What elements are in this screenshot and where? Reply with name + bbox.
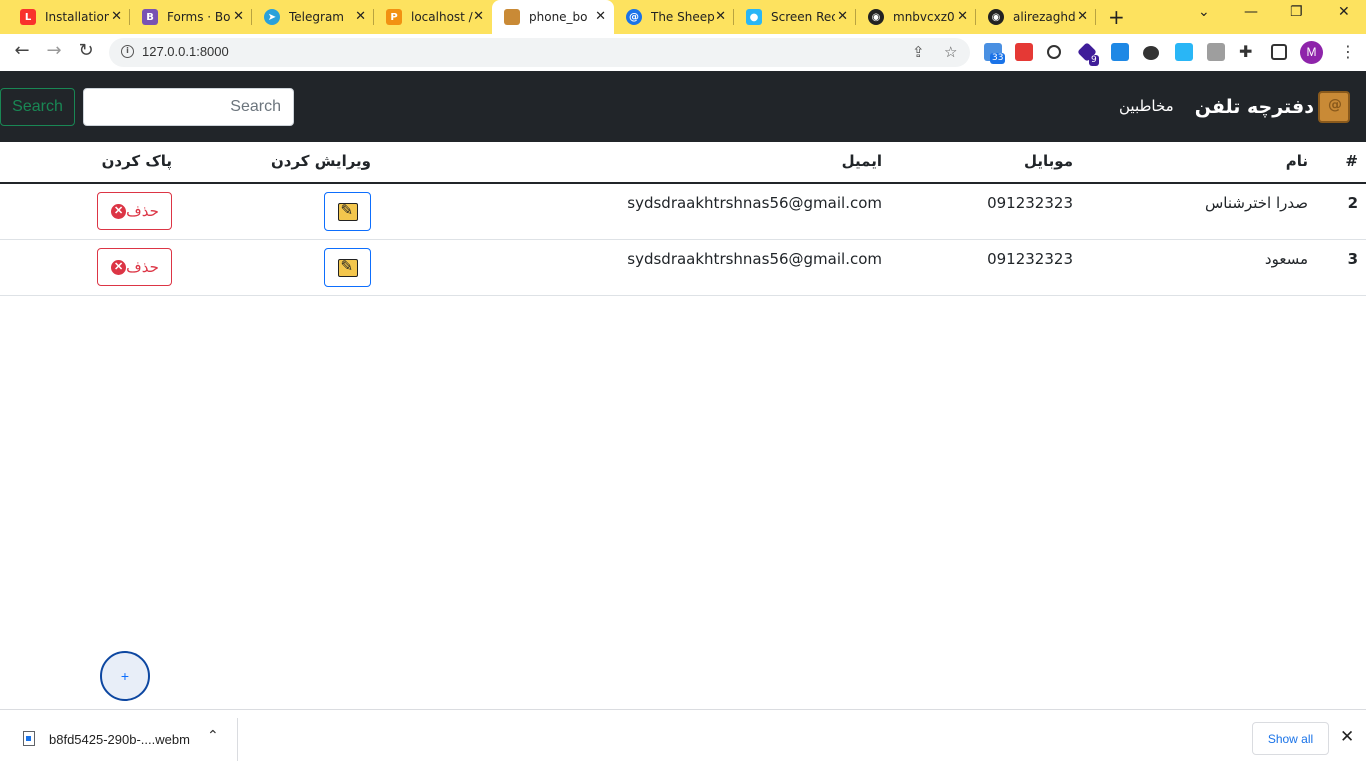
browser-tab-strip: L Installation ✕ B Forms · Bo ✕ ➤ Telegr… (0, 0, 1366, 34)
side-panel-icon[interactable] (1271, 44, 1287, 60)
browser-toolbar: ← → ↻ i 127.0.0.1:8000 ⇪ ☆ (0, 34, 1366, 71)
app-navbar: دفترچه تلفن مخاطبین Search (0, 71, 1366, 142)
contact-mobile: 091232323 (987, 250, 1073, 268)
table-row: 2 صدرا اخترشناس 091232323 sydsdraakhtrsh… (0, 184, 1366, 240)
close-icon[interactable]: ✕ (715, 9, 726, 24)
pencil-edit-icon (337, 257, 358, 277)
close-window-button[interactable]: ✕ (1338, 4, 1350, 20)
laravel-icon: L (20, 9, 36, 25)
divider (237, 718, 238, 761)
browser-tab[interactable]: B Forms · Bo ✕ (130, 0, 252, 34)
profile-avatar[interactable]: M (1300, 41, 1323, 64)
contact-email: sydsdraakhtrshnas56@gmail.com (627, 194, 882, 212)
contact-name: صدرا اخترشناس (1204, 194, 1308, 212)
site-info-icon[interactable]: i (121, 45, 134, 58)
browser-tab[interactable]: P localhost / ✕ (374, 0, 492, 34)
close-icon[interactable]: ✕ (1340, 727, 1354, 747)
new-tab-button[interactable]: + (1108, 5, 1125, 29)
pocket-extension-icon[interactable] (1015, 43, 1033, 61)
header-email: ایمیل (841, 152, 882, 170)
contact-mobile: 091232323 (987, 194, 1073, 212)
phonebook-logo-icon (1318, 91, 1350, 123)
browser-tab[interactable]: ◉ alirezaghd ✕ (976, 0, 1096, 34)
close-icon[interactable]: ✕ (957, 9, 968, 24)
delete-button[interactable]: حذف ✕ (97, 192, 172, 230)
phonebook-icon (504, 9, 520, 25)
tab-search-icon[interactable]: ⌄ (1198, 4, 1210, 20)
close-icon[interactable]: ✕ (837, 9, 848, 24)
x-circle-icon: ✕ (111, 259, 127, 275)
header-name: نام (1285, 152, 1308, 170)
row-number: 2 (1347, 194, 1358, 212)
close-icon[interactable]: ✕ (233, 9, 244, 24)
delete-label: حذف (126, 259, 159, 276)
url-text[interactable]: 127.0.0.1:8000 (142, 44, 229, 59)
header-mobile: موبایل (1024, 152, 1073, 170)
pencil-edit-icon (337, 201, 358, 221)
contacts-table: # نام موبایل ایمیل ویرایش کردن پاک کردن … (0, 142, 1366, 296)
close-icon[interactable]: ✕ (355, 9, 366, 24)
close-icon[interactable]: ✕ (1077, 9, 1088, 24)
forward-icon[interactable]: → (43, 40, 65, 61)
github-icon: ◉ (988, 9, 1004, 25)
downloads-bar: b8fd5425-290b-....webm ⌃ Show all ✕ (0, 709, 1366, 768)
browser-tab[interactable]: ◉ mnbvcxz0 ✕ (856, 0, 976, 34)
github-icon: ◉ (868, 9, 884, 25)
browser-tab[interactable]: ➤ Telegram ✕ (252, 0, 374, 34)
puzzle-extensions-icon[interactable]: ✚ (1239, 42, 1257, 61)
header-edit: ویرایش کردن (270, 152, 371, 170)
bookmark-star-icon[interactable]: ☆ (944, 43, 957, 61)
delete-label: حذف (126, 203, 159, 220)
telegram-icon: ➤ (264, 9, 280, 25)
camera-extension-icon[interactable] (1143, 46, 1159, 60)
browser-tab-active[interactable]: phone_bo ✕ (492, 0, 614, 34)
browser-tab[interactable]: ● Screen Rec ✕ (734, 0, 856, 34)
back-icon[interactable]: ← (11, 40, 33, 61)
show-all-button[interactable]: Show all (1252, 722, 1329, 755)
download-file-name[interactable]: b8fd5425-290b-....webm (49, 732, 190, 747)
header-number: # (1345, 152, 1358, 170)
close-icon[interactable]: ✕ (473, 9, 484, 24)
translate-extension-icon[interactable]: 33 (984, 43, 1006, 64)
row-number: 3 (1347, 250, 1358, 268)
share-icon[interactable]: ⇪ (912, 43, 925, 61)
screen-recorder-extension-icon[interactable] (1175, 43, 1193, 61)
chevron-up-icon[interactable]: ⌃ (207, 728, 219, 744)
reload-icon[interactable]: ↻ (75, 40, 97, 61)
video-file-icon (23, 731, 35, 746)
restore-button[interactable]: ❐ (1290, 4, 1303, 20)
browser-tab[interactable]: L Installation ✕ (8, 0, 130, 34)
close-icon[interactable]: ✕ (595, 9, 606, 24)
bootstrap-icon: B (142, 9, 158, 25)
delete-button[interactable]: حذف ✕ (97, 248, 172, 286)
chrome-icon: @ (626, 9, 642, 25)
close-icon[interactable]: ✕ (111, 9, 122, 24)
window-extension-icon[interactable] (1111, 43, 1129, 61)
contact-name: مسعود (1264, 250, 1308, 268)
browser-tab[interactable]: @ The Sheep ✕ (614, 0, 734, 34)
edit-button[interactable] (324, 248, 371, 287)
address-bar[interactable]: i 127.0.0.1:8000 ⇪ ☆ (109, 38, 970, 67)
table-row: 3 مسعود 091232323 sydsdraakhtrshnas56@gm… (0, 240, 1366, 296)
search-input[interactable] (83, 88, 294, 126)
add-contact-button[interactable]: + (100, 651, 150, 701)
ghost-extension-icon[interactable] (1047, 45, 1061, 59)
nav-link-contacts[interactable]: مخاطبین (1119, 97, 1174, 115)
phpmyadmin-icon: P (386, 9, 402, 25)
screen-recorder-icon: ● (746, 9, 762, 25)
search-button[interactable]: Search (0, 88, 75, 126)
more-menu-icon[interactable]: ⋮ (1340, 42, 1356, 61)
header-delete: پاک کردن (101, 152, 172, 170)
navbar-brand[interactable]: دفترچه تلفن (1195, 91, 1350, 123)
x-circle-icon: ✕ (111, 203, 127, 219)
edit-button[interactable] (324, 192, 371, 231)
contact-email: sydsdraakhtrshnas56@gmail.com (627, 250, 882, 268)
minimize-button[interactable]: — (1244, 4, 1258, 20)
screenshot-extension-icon[interactable] (1207, 43, 1225, 61)
table-header: # نام موبایل ایمیل ویرایش کردن پاک کردن (0, 142, 1366, 184)
